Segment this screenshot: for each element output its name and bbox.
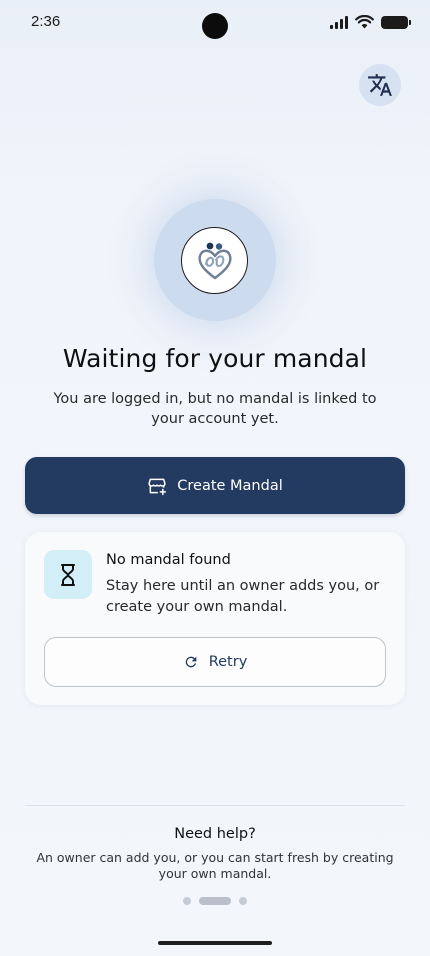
- hourglass-icon: [61, 563, 75, 586]
- divider: [25, 805, 405, 806]
- page-dot-active: [199, 897, 231, 905]
- status-card: No mandal found Stay here until an owner…: [25, 532, 405, 705]
- mandal-logo-icon: [181, 227, 248, 294]
- status-card-icon-box: [44, 550, 92, 599]
- page-indicator: [0, 897, 430, 905]
- refresh-icon: [185, 656, 197, 668]
- help-title: Need help?: [174, 826, 256, 842]
- page-subtitle: You are logged in, but no mandal is link…: [53, 391, 377, 427]
- wifi-icon: [355, 15, 374, 29]
- status-bar: 2:36: [0, 0, 430, 46]
- retry-label: Retry: [208, 654, 248, 670]
- page-title: Waiting for your mandal: [62, 344, 368, 373]
- signal-icon: [330, 15, 348, 29]
- camera-cutout: [202, 13, 228, 39]
- create-mandal-button[interactable]: Create Mandal: [25, 457, 405, 514]
- help-text: An owner can add you, or you can start f…: [36, 850, 394, 881]
- translate-icon: [368, 74, 392, 96]
- language-button[interactable]: [359, 64, 401, 106]
- battery-icon: [381, 15, 411, 29]
- status-icons: [330, 15, 411, 29]
- page-dot: [183, 897, 191, 905]
- create-mandal-label: Create Mandal: [177, 477, 283, 494]
- page-dot: [239, 897, 247, 905]
- status-time: 2:36: [31, 13, 61, 30]
- screen: 2:36 Waiting for your mandal You are log…: [0, 0, 430, 956]
- home-indicator[interactable]: [158, 941, 272, 945]
- retry-button[interactable]: Retry: [44, 637, 386, 687]
- status-card-text: Stay here until an owner adds you, or cr…: [106, 578, 380, 615]
- status-card-title: No mandal found: [106, 552, 231, 568]
- storefront-add-icon: [148, 478, 167, 495]
